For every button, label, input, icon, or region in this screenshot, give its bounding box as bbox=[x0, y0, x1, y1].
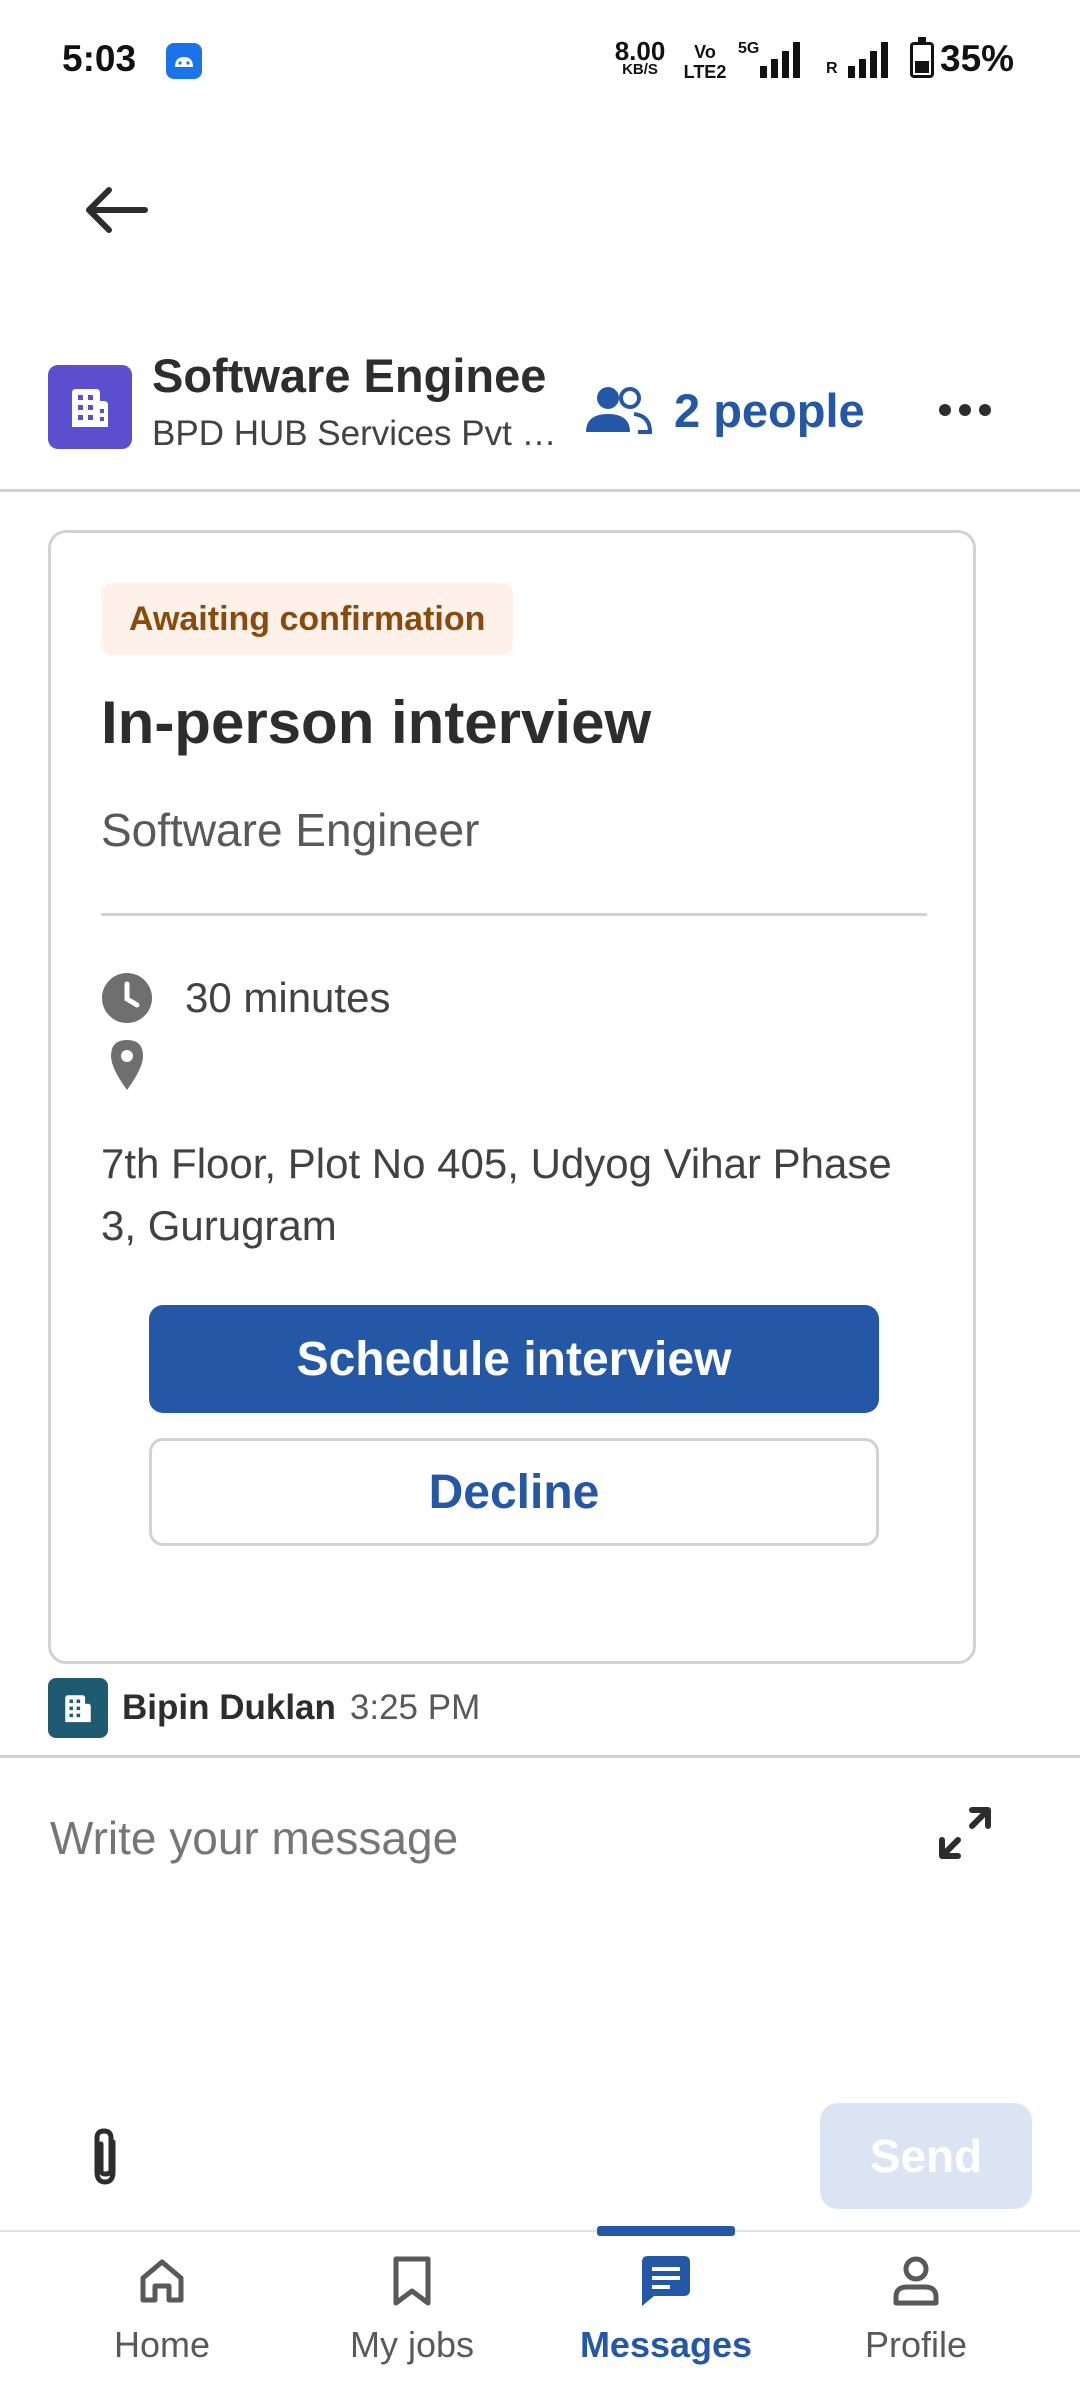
people-icon bbox=[586, 387, 652, 434]
nav-messages-label: Messages bbox=[579, 2324, 753, 2365]
nav-profile[interactable]: Profile bbox=[806, 2250, 1026, 2390]
paperclip-icon bbox=[94, 2128, 116, 2185]
schedule-interview-button[interactable]: Schedule interview bbox=[149, 1305, 879, 1413]
message-timestamp: 3:25 PM bbox=[349, 1688, 481, 1727]
people-count-label: 2 people bbox=[674, 383, 865, 437]
card-divider bbox=[101, 913, 927, 916]
person-icon bbox=[888, 2250, 944, 2312]
lte-label: LTE2 bbox=[683, 62, 727, 82]
bookmark-icon bbox=[384, 2250, 440, 2312]
network-type: 5G bbox=[738, 40, 760, 57]
message-composer: Send bbox=[0, 1755, 1080, 2230]
attach-file-button[interactable] bbox=[70, 2118, 140, 2198]
interview-type-title: In-person interview bbox=[101, 689, 652, 756]
send-button[interactable]: Send bbox=[820, 2103, 1032, 2209]
sender-name: Bipin Duklan bbox=[122, 1688, 336, 1727]
status-bar: 5:03 8.00 KB/S Vo LTE2 5G R 35% bbox=[0, 0, 1080, 125]
bottom-navigation: Home My jobs Messages Profile bbox=[0, 2226, 1080, 2400]
battery-level: 35% bbox=[940, 38, 1015, 79]
conversation-header: Software Enginee BPD HUB Services Pvt Lt… bbox=[0, 330, 1080, 492]
message-icon bbox=[638, 2250, 694, 2312]
nav-my-jobs-label: My jobs bbox=[349, 2324, 475, 2365]
location-pin-icon bbox=[111, 1040, 143, 1090]
decline-button[interactable]: Decline bbox=[149, 1438, 879, 1546]
back-button[interactable] bbox=[76, 170, 156, 250]
home-icon bbox=[134, 2250, 190, 2312]
job-title: Software Enginee bbox=[152, 349, 547, 402]
duration-row: 30 minutes bbox=[101, 968, 390, 1028]
nav-home-label: Home bbox=[113, 2324, 211, 2365]
interview-job-title: Software Engineer bbox=[101, 804, 480, 856]
android-notification-icon bbox=[166, 43, 202, 79]
battery-icon bbox=[910, 37, 934, 78]
more-horizontal-icon bbox=[939, 404, 991, 416]
arrow-left-icon bbox=[86, 187, 148, 233]
expand-composer-button[interactable] bbox=[930, 1798, 1000, 1868]
message-input[interactable] bbox=[48, 1798, 908, 1878]
signal-icon-2 bbox=[848, 42, 888, 78]
building-icon bbox=[72, 389, 108, 427]
network-speed: 8.00 KB/S bbox=[610, 38, 670, 78]
building-icon bbox=[65, 1695, 91, 1723]
status-badge: Awaiting confirmation bbox=[101, 583, 514, 655]
company-logo bbox=[48, 365, 132, 449]
volte-label: Vo bbox=[694, 42, 716, 62]
expand-icon bbox=[939, 1807, 991, 1859]
nav-my-jobs[interactable]: My jobs bbox=[302, 2250, 522, 2390]
volte-indicator: Vo LTE2 bbox=[680, 42, 730, 82]
sender-avatar bbox=[48, 1678, 108, 1738]
interview-card: Awaiting confirmation In-person intervie… bbox=[48, 530, 976, 1664]
nav-profile-label: Profile bbox=[864, 2324, 968, 2365]
location-row bbox=[101, 1038, 161, 1098]
nav-home[interactable]: Home bbox=[52, 2250, 272, 2390]
company-name: BPD HUB Services Pvt Ltd bbox=[152, 414, 562, 453]
people-button[interactable]: 2 people bbox=[584, 378, 865, 442]
message-sender-row: Bipin Duklan 3:25 PM bbox=[48, 1677, 480, 1739]
signal-icon bbox=[760, 42, 800, 78]
roaming-indicator: R bbox=[826, 60, 838, 77]
nav-messages[interactable]: Messages bbox=[556, 2250, 776, 2390]
active-tab-indicator bbox=[597, 2226, 735, 2236]
duration-text: 30 minutes bbox=[185, 974, 391, 1021]
status-time: 5:03 bbox=[62, 38, 137, 79]
clock-icon bbox=[102, 973, 152, 1023]
interview-address: 7th Floor, Plot No 405, Udyog Vihar Phas… bbox=[101, 1140, 892, 1249]
more-options-button[interactable] bbox=[930, 378, 1000, 442]
